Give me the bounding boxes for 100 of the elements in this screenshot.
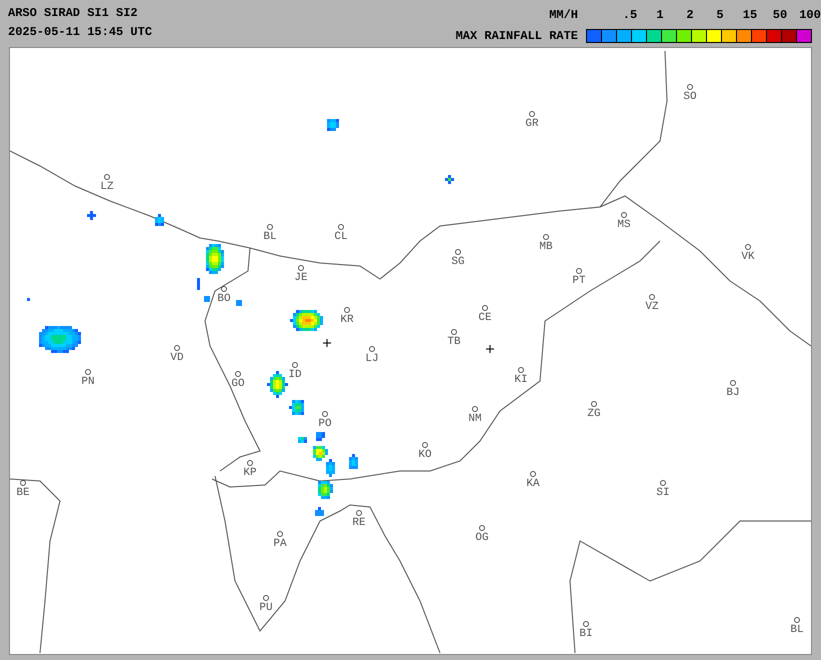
city-marker-icon: [338, 224, 344, 230]
rain-echo: [318, 481, 333, 499]
scale-tick-label: .5: [622, 8, 638, 22]
city-label: SO: [683, 91, 697, 103]
city-label: CE: [478, 312, 492, 324]
city-label: BJ: [726, 387, 740, 399]
city-label: PN: [81, 376, 95, 388]
scale-tick-label: 100: [799, 8, 821, 22]
scale-tick-label: 2: [686, 8, 694, 22]
city-label: TB: [447, 336, 461, 348]
city-label: PU: [259, 602, 273, 614]
rain-echo: [445, 175, 454, 184]
city-label: VZ: [645, 301, 659, 313]
city-label: PO: [318, 418, 332, 430]
city-label: SG: [451, 256, 465, 268]
rain-echo: [349, 454, 358, 469]
city-label: NM: [468, 413, 482, 425]
city-marker-icon: [455, 249, 461, 255]
city-label: LZ: [100, 181, 114, 193]
rain-echo: [197, 278, 200, 290]
city-marker-icon: [518, 367, 524, 373]
city-marker-icon: [235, 371, 241, 377]
city-marker-icon: [20, 480, 26, 486]
city-marker-icon: [730, 380, 736, 386]
rain-echo: [290, 310, 323, 331]
city-marker-icon: [263, 595, 269, 601]
city-marker-icon: [621, 212, 627, 218]
radar-site-icon: [322, 338, 332, 348]
city-marker-icon: [479, 525, 485, 531]
city-label: KO: [418, 449, 432, 461]
city-label: BL: [790, 624, 804, 636]
city-marker-icon: [745, 244, 751, 250]
city-label: GO: [231, 378, 245, 390]
city-label: KP: [243, 467, 257, 479]
city-marker-icon: [543, 234, 549, 240]
timestamp: 2025-05-11 15:45 UTC: [8, 25, 152, 39]
city-marker-icon: [591, 401, 597, 407]
city-label: PA: [273, 538, 287, 550]
city-marker-icon: [794, 617, 800, 623]
city-marker-icon: [292, 362, 298, 368]
city-marker-icon: [104, 174, 110, 180]
city-marker-icon: [649, 294, 655, 300]
city-marker-icon: [85, 369, 91, 375]
city-label: LJ: [365, 353, 379, 365]
rain-echo: [236, 300, 242, 306]
scale-tick-label: 50: [772, 8, 788, 22]
rain-echo: [289, 400, 304, 415]
city-marker-icon: [482, 305, 488, 311]
city-marker-icon: [277, 531, 283, 537]
rain-echo: [327, 119, 339, 131]
rain-echo: [27, 298, 30, 301]
city-marker-icon: [356, 510, 362, 516]
city-label: VK: [741, 251, 755, 263]
city-marker-icon: [422, 442, 428, 448]
rain-echo: [206, 244, 224, 274]
city-marker-icon: [298, 265, 304, 271]
legend-title: MAX RAINFALL RATE: [456, 29, 578, 43]
city-marker-icon: [687, 84, 693, 90]
city-label: ZG: [587, 408, 601, 420]
city-label: BL: [263, 231, 277, 243]
city-label: ID: [288, 369, 302, 381]
city-label: OG: [475, 532, 489, 544]
rain-echo: [267, 371, 288, 398]
unit-label: MM/H: [549, 8, 578, 22]
city-marker-icon: [530, 471, 536, 477]
rain-echo: [204, 296, 210, 302]
rain-echo: [316, 432, 325, 441]
city-marker-icon: [267, 224, 273, 230]
city-marker-icon: [660, 480, 666, 486]
rain-echo: [87, 211, 96, 220]
city-label: GR: [525, 118, 539, 130]
city-label: SI: [656, 487, 670, 499]
city-marker-icon: [369, 346, 375, 352]
city-label: JE: [294, 272, 308, 284]
scale-tick-label: 15: [742, 8, 758, 22]
city-label: RE: [352, 517, 366, 529]
city-label: CL: [334, 231, 348, 243]
city-label: VD: [170, 352, 184, 364]
city-label: MB: [539, 241, 553, 253]
scale-tick-label: 5: [716, 8, 724, 22]
city-label: KR: [340, 314, 354, 326]
city-marker-icon: [221, 286, 227, 292]
rain-echo: [155, 214, 164, 226]
city-marker-icon: [174, 345, 180, 351]
radar-site-icon: [486, 344, 494, 354]
city-label: BI: [579, 628, 593, 640]
rain-echo: [315, 507, 324, 516]
city-label: KA: [526, 478, 540, 490]
radar-title: ARSO SIRAD SI1 SI2: [8, 6, 139, 20]
rain-echo: [39, 326, 81, 353]
city-marker-icon: [247, 460, 253, 466]
city-marker-icon: [451, 329, 457, 335]
city-marker-icon: [322, 411, 328, 417]
city-marker-icon: [472, 406, 478, 412]
city-marker-icon: [344, 307, 350, 313]
city-label: BE: [16, 487, 30, 499]
scale-tick-label: 1: [656, 8, 664, 22]
city-marker-icon: [583, 621, 589, 627]
rain-echo: [298, 437, 307, 443]
city-marker-icon: [576, 268, 582, 274]
